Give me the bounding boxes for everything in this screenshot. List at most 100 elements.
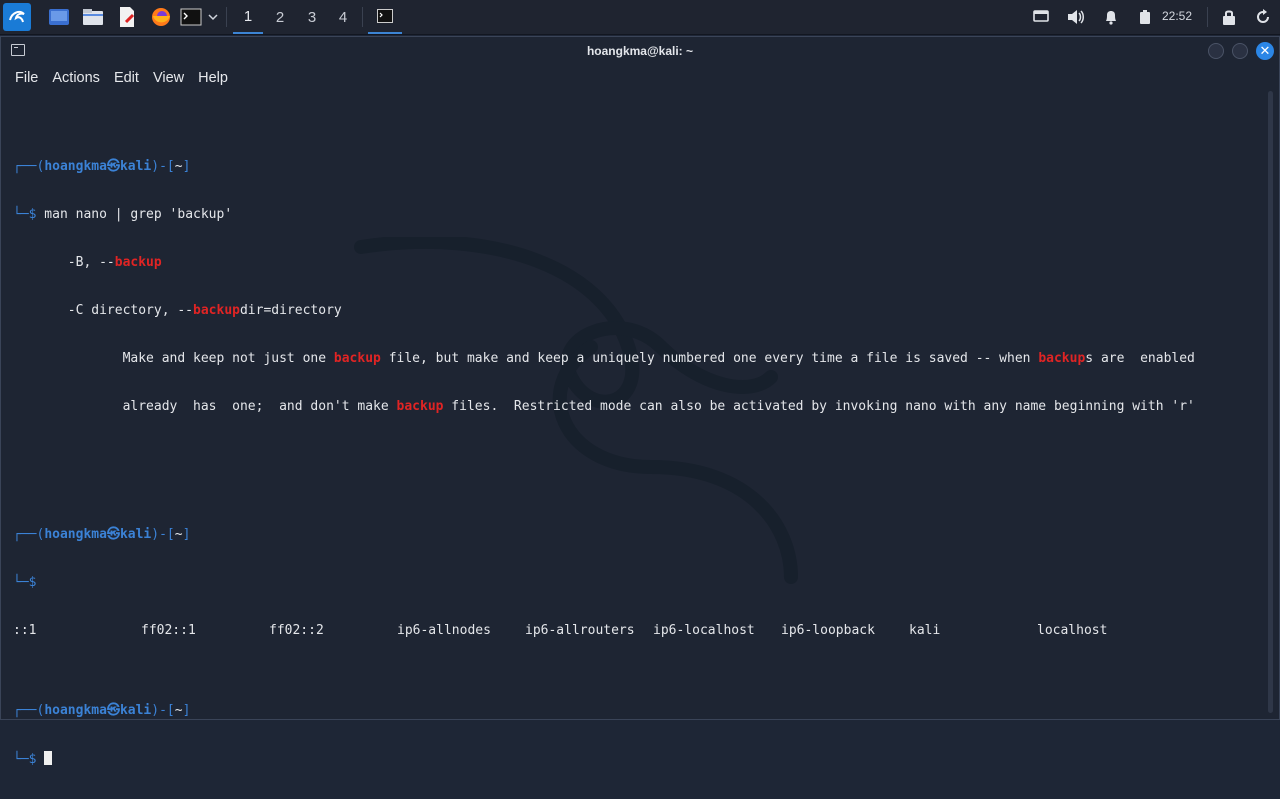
workspace-4[interactable]: 4 [328,0,358,34]
bell-icon [1106,11,1116,25]
terminal-icon [180,8,202,26]
grep-match: backup [333,351,381,366]
output-line: Make and keep not just one backup file, … [13,351,1195,367]
menu-view[interactable]: View [153,70,184,86]
kali-dragon-icon [9,11,25,23]
file-manager-button[interactable] [80,4,106,30]
prompt-line: ┌──(hoangkma㉿kali)-[~] [13,527,1195,543]
volume-tray-button[interactable] [1066,7,1086,27]
logout-button[interactable] [1253,7,1273,27]
show-desktop-button[interactable] [46,4,72,30]
prompt-frame: ┌──( [13,527,45,542]
host-entry: ip6-localhost [653,623,755,638]
workspace-label: 4 [338,8,348,26]
terminal-icon [377,9,393,23]
command-line: └─$ [13,751,1195,767]
display-tray-button[interactable] [1031,7,1051,27]
command-line: └─$ [13,575,1195,591]
minimize-button[interactable] [1208,43,1224,59]
maximize-button[interactable] [1232,43,1248,59]
output-text: -B, -- [13,255,115,270]
kali-menu-button[interactable] [3,3,31,31]
host-entry: localhost [1037,623,1108,638]
taskbar-terminal-window[interactable] [368,0,402,34]
clock[interactable]: 22:52 [1162,9,1192,23]
workspace-2[interactable]: 2 [265,0,295,34]
terminal-output[interactable]: ┌──(hoangkma㉿kali)-[~] └─$ man nano | gr… [13,111,1195,799]
workspace-label: 3 [307,8,317,26]
panel-separator [1207,7,1208,27]
grep-match: backup [396,399,444,414]
prompt-frame: )-[ [151,159,175,174]
prompt-dir: ~ [174,159,183,174]
command-text: man nano | grep 'backup' [36,207,233,222]
power-tray-button[interactable] [1135,7,1155,27]
menu-actions[interactable]: Actions [52,70,100,86]
host-entry: ff02::1 [141,623,196,638]
prompt-line: ┌──(hoangkma㉿kali)-[~] [13,703,1195,719]
output-line: -C directory, --backupdir=directory [13,303,1195,319]
output-text: s are enabled [1085,351,1195,366]
panel-separator [226,7,227,27]
prompt-user: hoangkma [44,527,107,542]
grep-match: backup [1038,351,1086,366]
refresh-icon [1257,9,1269,23]
prompt-user: hoangkma [44,159,107,174]
panel-separator [362,7,363,27]
launcher-dropdown-button[interactable] [205,4,221,30]
prompt-at: ㉿ [106,527,120,542]
prompt-host: kali [119,703,152,718]
host-entry: ::1 [13,623,37,638]
lock-icon [1223,10,1235,25]
host-entry: ip6-loopback [781,623,875,638]
desktop-icon [49,9,69,25]
terminal-window: hoangkma@kali: ~ ✕ File Actions Edit Vie… [0,36,1280,767]
menu-edit[interactable]: Edit [114,70,139,86]
text-editor-button[interactable] [114,4,140,30]
window-titlebar[interactable]: hoangkma@kali: ~ [1,37,1279,65]
chevron-down-icon [208,14,218,21]
prompt-at: ㉿ [106,159,120,174]
workspace-3[interactable]: 3 [297,0,327,34]
host-entry: ff02::2 [269,623,324,638]
output-line: already has one; and don't make backup f… [13,399,1195,415]
terminal-icon [11,44,25,56]
window-title: hoangkma@kali: ~ [586,44,694,58]
prompt-dir: ~ [174,527,183,542]
prompt-frame: ] [182,527,191,542]
prompt-frame: ] [182,159,191,174]
workspace-label: 1 [243,7,253,25]
prompt-line: ┌──(hoangkma㉿kali)-[~] [13,159,1195,175]
menu-file[interactable]: File [15,70,38,86]
display-icon [1033,10,1049,22]
prompt-frame: )-[ [151,703,175,718]
prompt-symbol: └─$ [13,752,37,767]
battery-plug-icon [1140,10,1150,24]
menu-bar: File Actions Edit View Help [1,65,242,91]
prompt-host: kali [119,527,152,542]
output-text: files. Restricted mode can also be activ… [443,399,1195,414]
prompt-user: hoangkma [44,703,107,718]
close-button[interactable]: ✕ [1256,42,1274,60]
output-text: already has one; and don't make [13,399,397,414]
output-text: file, but make and keep a uniquely numbe… [380,351,1039,366]
prompt-frame: ┌──( [13,159,45,174]
workspace-label: 2 [275,8,285,26]
terminal-launcher-button[interactable] [179,4,203,30]
workspace-1[interactable]: 1 [233,0,263,34]
scrollbar[interactable] [1268,91,1273,713]
volume-icon [1068,10,1084,24]
firefox-icon [152,8,170,26]
top-panel: 1 2 3 4 22:52 [0,0,1280,35]
host-entry: ip6-allnodes [397,623,491,638]
firefox-button[interactable] [148,4,174,30]
lock-screen-button[interactable] [1219,7,1239,27]
prompt-symbol: └─$ [13,207,37,222]
hosts-output-line: ::1 ff02::1 ff02::2 ip6-allnodes ip6-allrout… [13,623,1195,639]
prompt-host: kali [119,159,152,174]
prompt-frame: )-[ [151,527,175,542]
notifications-tray-button[interactable] [1101,7,1121,27]
menu-help[interactable]: Help [198,70,228,86]
text-editor-icon [120,7,135,27]
